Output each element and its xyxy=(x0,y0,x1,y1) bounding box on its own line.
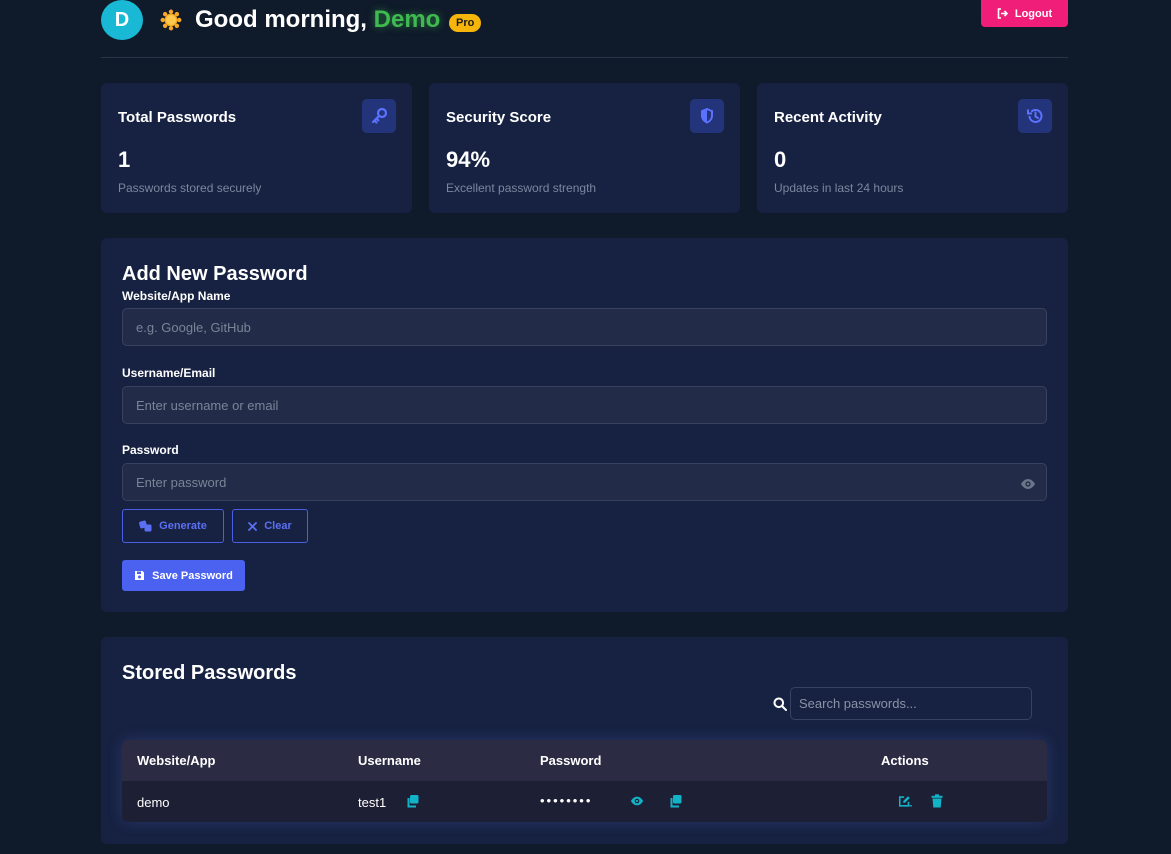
pro-badge: Pro xyxy=(449,14,482,32)
shield-icon xyxy=(690,99,724,133)
search-icon xyxy=(773,697,787,711)
cell-username: test1 xyxy=(358,795,387,810)
stored-passwords-section: Stored Passwords Website/App Username Pa… xyxy=(101,637,1068,844)
stat-value: 94% xyxy=(446,147,491,172)
stat-value: 0 xyxy=(774,147,787,172)
username-label: Username/Email xyxy=(122,366,216,380)
stored-title: Stored Passwords xyxy=(122,662,297,684)
column-header-actions: Actions xyxy=(881,753,929,768)
stat-value: 1 xyxy=(118,147,131,172)
edit-icon[interactable] xyxy=(898,794,912,808)
stat-title: Total Passwords xyxy=(118,109,237,126)
dashboard: D Good morning, Demo Pro Logout Total Pa… xyxy=(101,0,1068,844)
column-header-username[interactable]: Username xyxy=(358,753,421,768)
username-input[interactable] xyxy=(122,386,1047,424)
save-label: Save Password xyxy=(152,569,233,582)
clear-label: Clear xyxy=(264,520,292,532)
logout-label: Logout xyxy=(1014,7,1053,20)
avatar[interactable]: D xyxy=(101,0,143,40)
website-label: Website/App Name xyxy=(122,289,231,303)
copy-password-icon[interactable] xyxy=(669,794,683,808)
stat-card-recent-activity: Recent Activity 0 Updates in last 24 hou… xyxy=(757,83,1068,213)
sun-icon xyxy=(160,9,182,31)
save-password-button[interactable]: Save Password xyxy=(122,560,245,591)
show-password-icon[interactable] xyxy=(630,794,644,808)
cell-password-mask: •••••••• xyxy=(540,793,593,808)
logout-button[interactable]: Logout xyxy=(981,0,1068,27)
generate-label: Generate xyxy=(159,520,207,532)
stat-title: Recent Activity xyxy=(774,109,882,126)
dice-icon xyxy=(139,520,152,532)
password-input[interactable] xyxy=(122,463,1047,501)
key-icon xyxy=(362,99,396,133)
column-header-website[interactable]: Website/App xyxy=(137,753,216,768)
table-row: demo test1 •••••••• xyxy=(122,781,1047,822)
form-title: Add New Password xyxy=(122,263,308,285)
stat-desc: Updates in last 24 hours xyxy=(774,181,904,195)
header: D Good morning, Demo Pro Logout xyxy=(101,0,1068,58)
copy-username-icon[interactable] xyxy=(406,794,420,808)
show-password-eye-icon[interactable] xyxy=(1020,476,1036,492)
table-header: Website/App Username Password Actions xyxy=(122,740,1047,781)
close-icon xyxy=(248,521,258,531)
user-name: Demo xyxy=(373,6,441,33)
greeting-prefix: Good morning, xyxy=(195,6,374,33)
stat-title: Security Score xyxy=(446,109,552,126)
stats-row: Total Passwords 1 Passwords stored secur… xyxy=(101,83,1068,213)
greeting: Good morning, Demo xyxy=(195,6,440,34)
stat-card-total-passwords: Total Passwords 1 Passwords stored secur… xyxy=(101,83,412,213)
cell-website: demo xyxy=(137,795,170,810)
logout-icon xyxy=(997,8,1008,19)
generate-button[interactable]: Generate xyxy=(122,509,224,543)
history-icon xyxy=(1018,99,1052,133)
column-header-password[interactable]: Password xyxy=(540,753,601,768)
delete-icon[interactable] xyxy=(930,794,944,808)
stat-desc: Passwords stored securely xyxy=(118,181,262,195)
stat-card-security-score: Security Score 94% Excellent password st… xyxy=(429,83,740,213)
clear-button[interactable]: Clear xyxy=(232,509,308,543)
website-input[interactable] xyxy=(122,308,1047,346)
search-input[interactable] xyxy=(790,687,1032,720)
password-label: Password xyxy=(122,443,179,457)
stat-desc: Excellent password strength xyxy=(446,181,597,195)
passwords-table: Website/App Username Password Actions de… xyxy=(122,740,1047,822)
save-icon xyxy=(135,571,145,580)
add-password-form: Add New Password Website/App Name Userna… xyxy=(101,238,1068,612)
